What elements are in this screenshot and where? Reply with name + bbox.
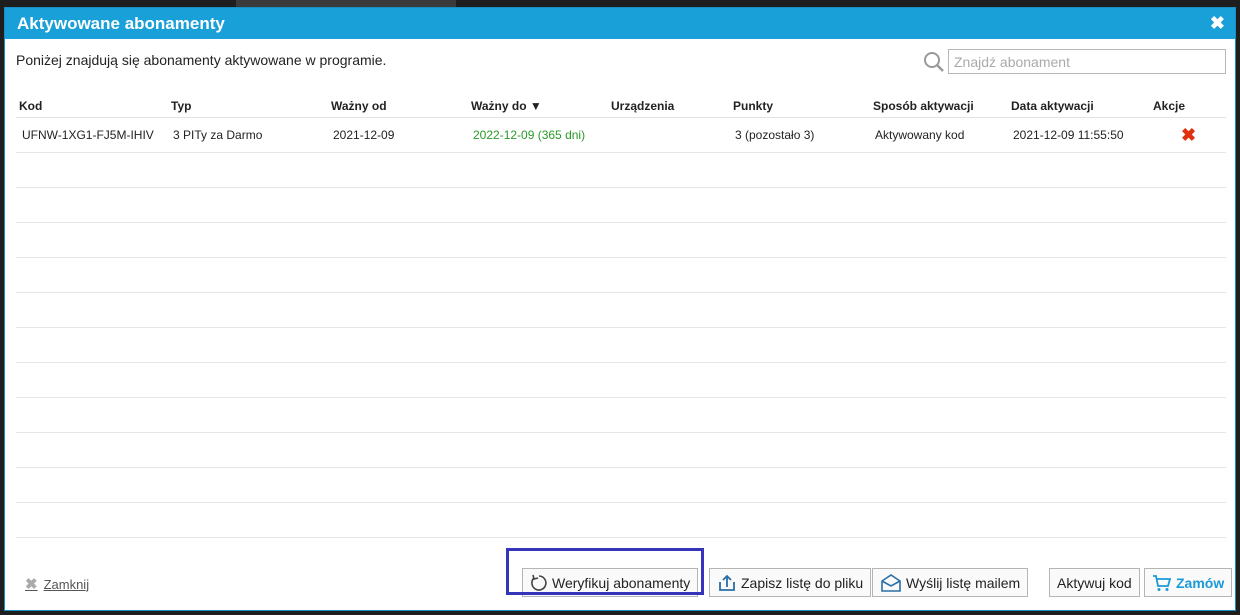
subscriptions-dialog: Aktywowane abonamenty ✖ Poniżej znajdują… [4,7,1236,611]
cell-activation-method: Aktywowany kod [875,128,965,142]
delete-icon[interactable]: ✖ [1153,125,1196,145]
column-header-points[interactable]: Punkty [730,99,870,113]
table-row-empty [16,293,1226,328]
column-header-valid-from[interactable]: Ważny od [328,99,468,113]
email-list-label: Wyślij listę mailem [906,574,1021,591]
close-link-label: Zamknij [43,576,90,592]
column-header-code[interactable]: Kod [16,99,168,113]
dialog-title: Aktywowane abonamenty [17,13,225,33]
search-icon [924,51,944,72]
table-row-empty [16,468,1226,503]
close-icon[interactable]: ✖ [1210,13,1225,34]
activate-code-button[interactable]: Aktywuj kod [1049,568,1140,597]
subscriptions-table: Kod Typ Ważny od Ważny do ▼ Urządzenia P… [16,94,1226,538]
cell-code: UFNW-1XG1-FJ5M-IHIV [22,128,154,142]
table-header: Kod Typ Ważny od Ważny do ▼ Urządzenia P… [16,94,1226,118]
table-row-empty [16,503,1226,538]
table-row-empty [16,258,1226,293]
order-button[interactable]: Zamów [1144,568,1233,597]
email-list-button[interactable]: Wyślij listę mailem [872,568,1029,597]
close-link[interactable]: ✖ Zamknij [25,575,89,593]
cell-valid-to: 2022-12-09 (365 dni) [473,128,586,142]
cart-icon [1153,574,1172,591]
table-row-empty [16,433,1226,468]
table-row-empty [16,223,1226,258]
column-header-type[interactable]: Typ [168,99,328,113]
verify-subscriptions-button[interactable]: Weryfikuj abonamenty [522,568,699,597]
cell-type: 3 PITy za Darmo [173,128,263,142]
cell-points: 3 (pozostało 3) [735,128,815,142]
column-header-actions: Akcje [1153,98,1186,113]
table-row[interactable]: UFNW-1XG1-FJ5M-IHIV 3 PITy za Darmo 2021… [16,118,1226,153]
table-row-empty [16,398,1226,433]
cell-valid-from: 2021-12-09 [333,128,395,142]
table-row-empty [16,153,1226,188]
save-list-button[interactable]: Zapisz listę do pliku [709,568,872,597]
cell-actions: ✖ [1150,125,1226,146]
column-header-activation-method[interactable]: Sposób aktywacji [870,99,1008,113]
table-row-empty [16,363,1226,398]
column-header-devices[interactable]: Urządzenia [608,99,730,113]
verify-subscriptions-label: Weryfikuj abonamenty [552,574,691,591]
save-list-label: Zapisz listę do pliku [741,574,864,591]
order-label: Zamów [1176,574,1225,591]
refresh-icon [531,574,547,591]
upload-icon [719,574,735,591]
column-header-activation-date[interactable]: Data aktywacji [1008,99,1150,113]
table-row-empty [16,328,1226,363]
dialog-titlebar: Aktywowane abonamenty ✖ [5,8,1235,39]
search-input[interactable] [948,49,1226,74]
table-row-empty [16,188,1226,223]
intro-text: Poniżej znajdują się abonamenty aktywowa… [16,52,387,68]
close-icon: ✖ [25,576,38,593]
column-header-valid-to[interactable]: Ważny do ▼ [468,99,608,113]
cell-activation-date: 2021-12-09 11:55:50 [1013,128,1124,142]
search-box [923,49,1226,74]
mail-icon [881,573,901,592]
activate-code-label: Aktywuj kod [1057,574,1132,591]
dialog-footer: ✖ Zamknij Weryfikuj abonamenty Zapisz li… [5,563,1235,603]
